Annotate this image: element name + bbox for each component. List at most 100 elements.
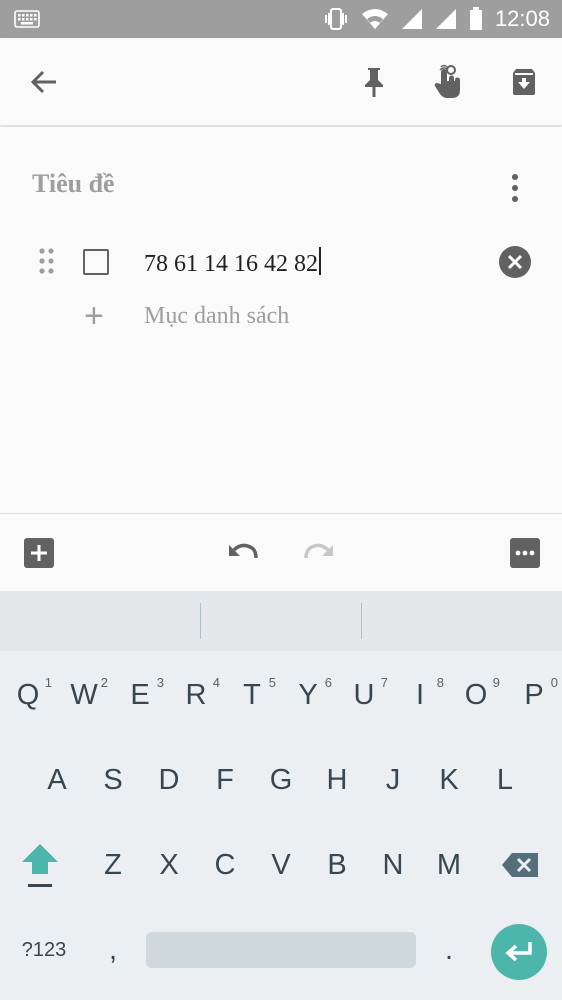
key-hint: 7 xyxy=(380,675,388,690)
key-hint: 9 xyxy=(492,675,500,690)
signal-icon xyxy=(401,9,422,29)
add-box-icon[interactable] xyxy=(22,536,56,570)
key-label: Y xyxy=(298,678,318,711)
key-label: X xyxy=(159,848,179,881)
shift-key[interactable] xyxy=(12,835,68,895)
archive-button[interactable] xyxy=(502,60,546,104)
key-l[interactable]: L xyxy=(477,750,533,810)
redo-icon[interactable] xyxy=(302,536,336,570)
editor-bottom-bar xyxy=(0,513,562,591)
key-label: A xyxy=(47,763,67,796)
wifi-icon xyxy=(361,9,388,29)
key-label: M xyxy=(436,848,462,881)
backspace-key[interactable] xyxy=(492,835,548,895)
battery-icon xyxy=(469,7,482,30)
add-list-item-label: Mục danh sách xyxy=(144,303,290,329)
key-m[interactable]: M xyxy=(421,835,477,895)
vibrate-icon xyxy=(324,8,347,30)
key-label: F xyxy=(216,763,234,796)
pin-button[interactable] xyxy=(352,60,396,104)
key-e[interactable]: E3 xyxy=(112,665,168,725)
key-v[interactable]: V xyxy=(253,835,309,895)
key-label: D xyxy=(158,763,180,796)
item-checkbox[interactable] xyxy=(83,249,109,275)
arrow-back-icon xyxy=(30,70,56,94)
key-c[interactable]: C xyxy=(197,835,253,895)
key-hint: 3 xyxy=(156,675,164,690)
key-label: E xyxy=(130,678,150,711)
pin-icon xyxy=(365,68,383,97)
symbols-key[interactable]: ?123 xyxy=(12,920,76,980)
space-bar[interactable] xyxy=(146,932,416,968)
archive-icon xyxy=(513,69,535,95)
item-text: 78 61 14 16 42 82 xyxy=(144,251,318,277)
key-g[interactable]: G xyxy=(253,750,309,810)
suggestion-divider xyxy=(200,603,201,639)
key-label: V xyxy=(271,848,291,881)
key-label: O xyxy=(464,678,488,711)
key-z[interactable]: Z xyxy=(85,835,141,895)
key-b[interactable]: B xyxy=(309,835,365,895)
key-label: P xyxy=(524,678,544,711)
key-q[interactable]: Q1 xyxy=(0,665,56,725)
key-k[interactable]: K xyxy=(421,750,477,810)
key-t[interactable]: T5 xyxy=(224,665,280,725)
delete-item-button[interactable] xyxy=(499,246,531,278)
comma-key[interactable]: , xyxy=(85,920,141,980)
key-hint: 4 xyxy=(212,675,220,690)
key-label: H xyxy=(326,763,348,796)
key-label: K xyxy=(439,763,459,796)
shift-icon xyxy=(22,844,58,887)
key-label: J xyxy=(385,763,401,796)
key-a[interactable]: A xyxy=(29,750,85,810)
key-label: I xyxy=(415,678,425,711)
more-vert-icon[interactable] xyxy=(500,171,530,205)
reminder-button[interactable] xyxy=(426,60,470,104)
item-text-input[interactable]: 78 61 14 16 42 82 xyxy=(144,247,321,278)
key-label: T xyxy=(243,678,261,711)
more-horiz-icon[interactable] xyxy=(508,536,542,570)
title-field[interactable]: Tiêu đề xyxy=(32,169,115,199)
drag-handle-icon[interactable] xyxy=(38,247,56,275)
key-d[interactable]: D xyxy=(141,750,197,810)
key-h[interactable]: H xyxy=(309,750,365,810)
note-editor: Tiêu đề 78 61 14 16 42 82 + Mục danh sác… xyxy=(0,127,562,513)
key-y[interactable]: Y6 xyxy=(280,665,336,725)
key-label: , xyxy=(108,933,118,966)
list-item: 78 61 14 16 42 82 xyxy=(0,237,562,287)
key-p[interactable]: P0 xyxy=(506,665,562,725)
key-label: Q xyxy=(16,678,40,711)
key-label: R xyxy=(185,678,207,711)
key-f[interactable]: F xyxy=(197,750,253,810)
period-key[interactable]: . xyxy=(421,920,477,980)
key-u[interactable]: U7 xyxy=(336,665,392,725)
key-s[interactable]: S xyxy=(85,750,141,810)
key-n[interactable]: N xyxy=(365,835,421,895)
suggestion-strip xyxy=(0,591,562,651)
key-hint: 5 xyxy=(268,675,276,690)
key-o[interactable]: O9 xyxy=(448,665,504,725)
text-cursor xyxy=(319,247,321,275)
enter-key[interactable] xyxy=(491,924,547,980)
key-hint: 2 xyxy=(100,675,108,690)
key-w[interactable]: W2 xyxy=(56,665,112,725)
plus-icon: + xyxy=(84,297,104,335)
backspace-icon xyxy=(502,853,538,877)
add-list-item[interactable]: + Mục danh sách xyxy=(0,297,562,337)
key-label: W xyxy=(70,678,98,711)
suggestion-divider xyxy=(361,603,362,639)
key-label: S xyxy=(103,763,123,796)
key-label: ?123 xyxy=(21,938,67,961)
key-j[interactable]: J xyxy=(365,750,421,810)
key-i[interactable]: I8 xyxy=(392,665,448,725)
key-r[interactable]: R4 xyxy=(168,665,224,725)
key-label: N xyxy=(382,848,404,881)
toolbar xyxy=(0,38,562,126)
status-bar: 12:08 xyxy=(0,0,562,38)
key-x[interactable]: X xyxy=(141,835,197,895)
key-hint: 1 xyxy=(44,675,52,690)
key-label: L xyxy=(496,763,514,796)
undo-icon[interactable] xyxy=(226,536,260,570)
close-icon xyxy=(507,254,523,270)
back-button[interactable] xyxy=(22,60,66,104)
